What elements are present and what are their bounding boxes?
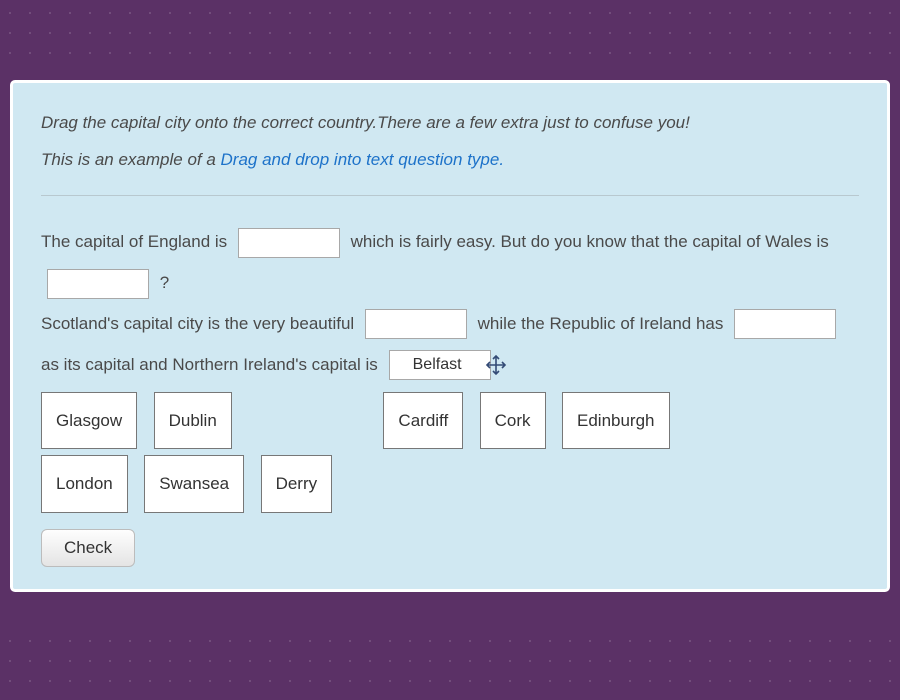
drop-slot-ireland[interactable] bbox=[734, 309, 836, 339]
check-button[interactable]: Check bbox=[41, 529, 135, 567]
drag-options-row-2: London Swansea Derry bbox=[41, 455, 859, 513]
drag-item-swansea[interactable]: Swansea bbox=[144, 455, 244, 513]
drag-item-edinburgh[interactable]: Edinburgh bbox=[562, 392, 670, 450]
move-cursor-icon bbox=[484, 353, 508, 377]
question-panel: Drag the capital city onto the correct c… bbox=[10, 80, 890, 592]
drag-item-cardiff[interactable]: Cardiff bbox=[383, 392, 463, 450]
drag-item-cork[interactable]: Cork bbox=[480, 392, 546, 450]
drop-slot-england[interactable] bbox=[238, 228, 340, 258]
question-text: The capital of England is which is fairl… bbox=[41, 222, 859, 385]
question-type-link[interactable]: Drag and drop into text question type. bbox=[221, 150, 505, 169]
drag-options-row-1: Glasgow Dublin XXXXXXXX Cardiff Cork Edi… bbox=[41, 392, 859, 450]
instruction-line-1: Drag the capital city onto the correct c… bbox=[41, 109, 859, 136]
dropped-value: Belfast bbox=[413, 356, 462, 373]
drag-item-glasgow[interactable]: Glasgow bbox=[41, 392, 137, 450]
instructions: Drag the capital city onto the correct c… bbox=[41, 109, 859, 173]
instruction-line-2: This is an example of a Drag and drop in… bbox=[41, 146, 859, 173]
drag-item-dublin[interactable]: Dublin bbox=[154, 392, 232, 450]
drag-item-derry[interactable]: Derry bbox=[261, 455, 333, 513]
drop-slot-wales[interactable] bbox=[47, 269, 149, 299]
drag-item-london[interactable]: London bbox=[41, 455, 128, 513]
divider bbox=[41, 195, 859, 196]
drop-slot-scotland[interactable] bbox=[365, 309, 467, 339]
drop-slot-northern-ireland[interactable]: Belfast bbox=[389, 350, 491, 380]
